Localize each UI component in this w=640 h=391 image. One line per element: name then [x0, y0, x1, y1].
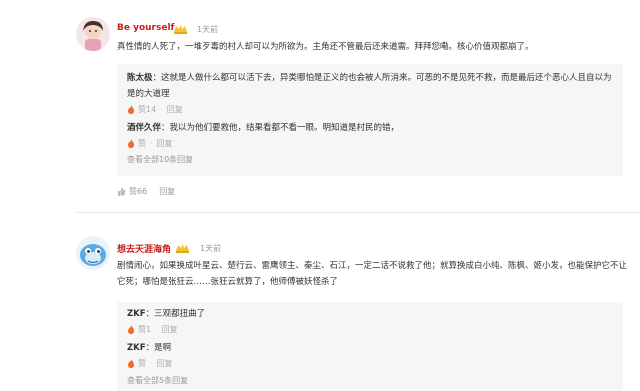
fire-like-icon[interactable]: [127, 325, 135, 334]
reply-author[interactable]: ZKF: [127, 309, 146, 319]
reply-button[interactable]: 回复: [157, 358, 173, 369]
comment-2: 想去天涯海角 1天前 剧情闹心，如果换成叶星云、楚行云、雷鹰领主、秦尘、石江，一…: [0, 0, 640, 391]
reply-author[interactable]: ZKF: [127, 343, 146, 353]
reply-meta: 赞 · 回复: [127, 358, 173, 369]
avatar[interactable]: [76, 236, 110, 270]
reply-like-count[interactable]: 赞: [138, 358, 146, 369]
reply-text: ：三观都扭曲了: [145, 309, 206, 319]
vip-badge-icon: [176, 244, 189, 253]
reply-text: ：是啊: [145, 343, 172, 353]
fire-like-icon[interactable]: [127, 359, 135, 368]
reply-item: ZKF：是啊: [127, 340, 619, 356]
reply-like-count[interactable]: 赞1: [138, 324, 151, 335]
reply-meta: 赞1 · 回复: [127, 324, 178, 335]
reply-box: ZKF：三观都扭曲了 赞1 · 回复 ZKF：是啊 赞 · 回复 查看全部5条回…: [117, 302, 623, 391]
comment-text: 剧情闹心，如果换成叶星云、楚行云、雷鹰领主、秦尘、石江，一定二话不说救了他；就算…: [117, 261, 628, 287]
user-avatar-icon: [76, 236, 110, 270]
username[interactable]: 想去天涯海角: [117, 242, 171, 255]
reply-button[interactable]: 回复: [162, 324, 178, 335]
view-all-replies-link[interactable]: 查看全部5条回复: [127, 375, 188, 386]
meta-separator: ·: [150, 359, 153, 368]
meta-separator: ·: [155, 325, 158, 334]
reply-item: ZKF：三观都扭曲了: [127, 306, 619, 322]
comment-time: 1天前: [200, 244, 222, 253]
